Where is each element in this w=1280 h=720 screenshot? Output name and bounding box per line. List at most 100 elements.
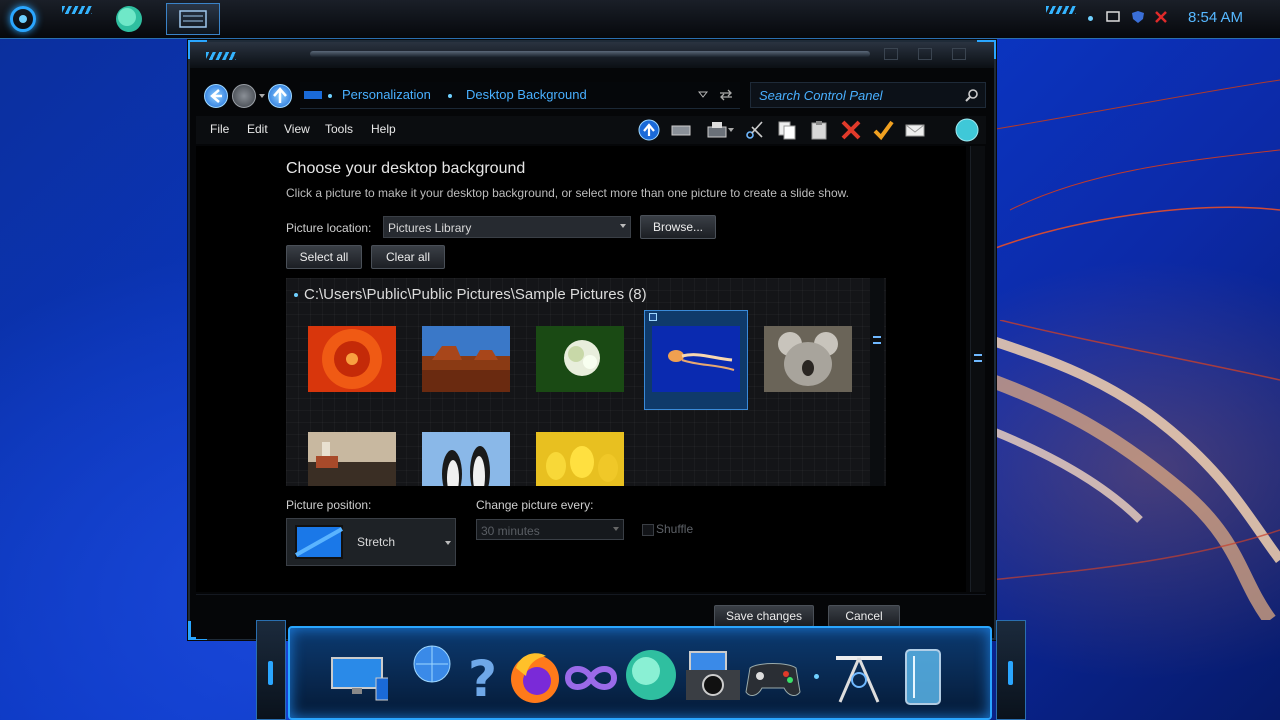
globe-orb-icon[interactable]: [954, 117, 980, 143]
window-title-bar[interactable]: [190, 42, 994, 68]
browse-button[interactable]: Browse...: [640, 215, 716, 239]
thumb-tulips[interactable]: [536, 432, 624, 486]
dock-shelf: ?: [288, 626, 992, 720]
gallery-folder-title: C:\Users\Public\Public Pictures\Sample P…: [304, 286, 647, 303]
camera-photos-icon[interactable]: [684, 648, 742, 706]
dock-left-cap: [256, 620, 286, 720]
help-question-icon[interactable]: ?: [454, 648, 512, 706]
menu-edit[interactable]: Edit: [247, 122, 268, 136]
refresh-icon[interactable]: [718, 88, 734, 102]
gamepad-icon[interactable]: [744, 648, 802, 706]
copy-icon[interactable]: [776, 119, 798, 141]
firefox-icon[interactable]: [506, 648, 564, 706]
address-history-chevron-icon[interactable]: [698, 91, 708, 99]
breadcrumb-personalization[interactable]: Personalization: [342, 87, 431, 102]
picture-gallery: C:\Users\Public\Public Pictures\Sample P…: [286, 278, 886, 486]
gallery-scrollbar[interactable]: [870, 278, 884, 486]
picture-position-label: Picture position:: [286, 498, 372, 512]
dock-right-cap: [996, 620, 1026, 720]
maximize-button[interactable]: [918, 48, 932, 60]
close-button[interactable]: [952, 48, 966, 60]
page-title: Choose your desktop background: [286, 160, 526, 177]
clock[interactable]: 8:54 AM: [1188, 9, 1243, 26]
menu-file[interactable]: File: [210, 122, 229, 136]
title-bar-glass-strip: [310, 51, 870, 57]
chevron-down-icon: [620, 224, 626, 228]
menu-help[interactable]: Help: [371, 122, 396, 136]
dock-separator-dot: [814, 674, 819, 679]
network-tray-icon[interactable]: [1106, 10, 1120, 24]
upload-arrow-icon[interactable]: [638, 119, 660, 141]
selection-checkbox[interactable]: [649, 313, 657, 321]
security-shield-tray-icon[interactable]: [1131, 10, 1145, 24]
printer-dropdown-icon[interactable]: [728, 128, 734, 132]
drive-icon[interactable]: [670, 119, 692, 141]
search-icon[interactable]: [965, 88, 979, 102]
control-panel-window-icon: [179, 10, 207, 28]
select-all-button[interactable]: Select all: [286, 245, 362, 269]
thumb-hydrangeas[interactable]: [536, 326, 624, 392]
infinity-app-icon[interactable]: [562, 648, 620, 706]
picture-position-dropdown[interactable]: Stretch: [286, 518, 456, 566]
menu-bar: File Edit View Tools Help: [196, 116, 986, 144]
dock-cap-light: [268, 661, 273, 685]
shuffle-label: Shuffle: [656, 522, 694, 536]
delete-x-icon[interactable]: [840, 119, 862, 141]
desktop-background-window: Personalization Desktop Background Searc…: [188, 40, 996, 640]
recent-pages-dropdown-icon[interactable]: [259, 94, 265, 98]
dock-cap-light: [1008, 661, 1013, 685]
messenger-bubble-dock-icon[interactable]: [622, 648, 680, 706]
taskbar-window-button[interactable]: [166, 3, 220, 35]
back-arrow-icon[interactable]: [204, 84, 228, 108]
address-bar-row: Personalization Desktop Background Searc…: [196, 78, 986, 112]
top-taskbar: 8:54 AM: [0, 0, 1280, 39]
start-orb-icon[interactable]: [10, 6, 36, 32]
monitor-icon[interactable]: [330, 648, 388, 706]
address-breadcrumb[interactable]: Personalization Desktop Background: [300, 82, 740, 109]
wallpaper-tendrils: [990, 79, 1280, 251]
forward-arrow-icon[interactable]: [232, 84, 256, 108]
picture-location-label: Picture location:: [286, 221, 372, 235]
clear-all-button[interactable]: Clear all: [371, 245, 445, 269]
breadcrumb-desktop-background[interactable]: Desktop Background: [466, 87, 587, 102]
page-subtitle: Click a picture to make it your desktop …: [286, 186, 849, 200]
picture-position-value: Stretch: [357, 535, 396, 549]
thumb-desert[interactable]: [422, 326, 510, 392]
control-panel-location-icon: [304, 91, 322, 99]
chevron-down-icon: [445, 541, 451, 545]
thumb-chrysanthemum[interactable]: [308, 326, 396, 392]
content-scroll-thumb[interactable]: [974, 354, 982, 362]
cut-scissors-icon[interactable]: [744, 119, 766, 141]
paste-clipboard-icon[interactable]: [808, 119, 830, 141]
content-scrollbar[interactable]: [970, 146, 985, 592]
up-arrow-icon[interactable]: [268, 84, 292, 108]
messenger-bubble-icon[interactable]: [114, 4, 144, 34]
bottom-dock: ?: [254, 620, 1028, 720]
thumb-jellyfish[interactable]: [652, 326, 740, 392]
menu-tools[interactable]: Tools: [325, 122, 353, 136]
checkmark-icon[interactable]: [872, 119, 894, 141]
email-icon[interactable]: [904, 119, 926, 141]
shuffle-checkbox[interactable]: [642, 524, 654, 536]
minimize-button[interactable]: [884, 48, 898, 60]
taskbar-stripes-decoration: [62, 6, 92, 14]
group-bullet: [294, 293, 298, 297]
search-input[interactable]: Search Control Panel: [750, 82, 986, 108]
printer-icon[interactable]: [706, 119, 728, 141]
picture-location-dropdown[interactable]: Pictures Library: [383, 216, 631, 238]
gallery-scroll-thumb[interactable]: [873, 336, 881, 344]
tools-hammer-icon[interactable]: [830, 648, 888, 706]
recycle-bin-icon[interactable]: [894, 648, 952, 706]
change-interval-dropdown[interactable]: 30 minutes: [476, 519, 624, 540]
thumb-koala[interactable]: [764, 326, 852, 392]
action-center-flag-tray-icon[interactable]: [1154, 10, 1168, 24]
breadcrumb-separator: [448, 94, 452, 98]
content-pane: Choose your desktop background Click a p…: [196, 146, 966, 592]
menu-view[interactable]: View: [284, 122, 310, 136]
jellyfish-wallpaper-image: [990, 320, 1280, 620]
thumb-lighthouse[interactable]: [308, 432, 396, 486]
taskbar-stripes-decoration-right: [1046, 6, 1076, 14]
change-interval-value: 30 minutes: [481, 524, 540, 538]
title-stripes-decoration: [206, 52, 236, 60]
thumb-penguins[interactable]: [422, 432, 510, 486]
